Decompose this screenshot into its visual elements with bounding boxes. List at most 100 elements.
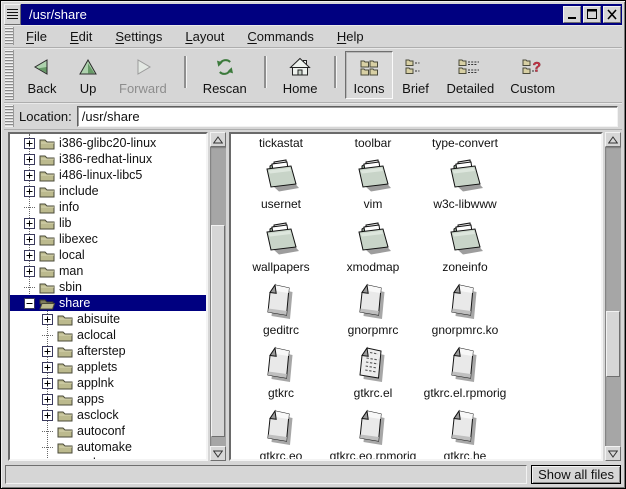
- expander-minus-icon[interactable]: [24, 298, 35, 309]
- file-label-toolbar[interactable]: toolbar: [327, 136, 419, 150]
- toolbar-button-home[interactable]: Home: [275, 51, 326, 99]
- show-all-files-button[interactable]: Show all files: [531, 465, 621, 484]
- expander-plus-icon[interactable]: [42, 314, 53, 325]
- expander-plus-icon[interactable]: [24, 138, 35, 149]
- tree-item-apps[interactable]: apps: [10, 391, 206, 407]
- file-item-usernet[interactable]: usernet: [235, 151, 327, 214]
- tree-item-afterstep[interactable]: afterstep: [10, 343, 206, 359]
- toolbar-button-forward[interactable]: Forward: [111, 51, 175, 99]
- file-item-wallpapers[interactable]: wallpapers: [235, 214, 327, 277]
- icon-scroll-up-button[interactable]: [605, 132, 621, 147]
- toolbar: Back Up Forward Rescan Home Icons Brief …: [4, 48, 622, 103]
- tree-item-awk[interactable]: awk: [10, 455, 206, 461]
- file-item-gtkrc-he[interactable]: gtkrc.he: [419, 403, 511, 461]
- icon-scroll-down-button[interactable]: [605, 446, 621, 461]
- maximize-button[interactable]: [583, 6, 601, 23]
- toolbar-button-icons[interactable]: Icons: [345, 51, 392, 99]
- tree-item-label: include: [59, 184, 99, 198]
- file-item-vim[interactable]: vim: [327, 151, 419, 214]
- menu-item-file[interactable]: File: [19, 27, 54, 46]
- expander-plus-icon[interactable]: [42, 410, 53, 421]
- file-item-gtkrc[interactable]: gtkrc: [235, 340, 327, 403]
- expander-plus-icon[interactable]: [42, 378, 53, 389]
- close-button[interactable]: [603, 6, 621, 23]
- folder-icon: [39, 185, 55, 198]
- tree-item-applets[interactable]: applets: [10, 359, 206, 375]
- tree-item-asclock[interactable]: asclock: [10, 407, 206, 423]
- tree-scroll-up-button[interactable]: [210, 132, 226, 147]
- expander-plus-icon[interactable]: [42, 346, 53, 357]
- menu-item-settings[interactable]: Settings: [108, 27, 169, 46]
- file-label-tickastat[interactable]: tickastat: [235, 136, 327, 150]
- tree-scrollbar[interactable]: [210, 132, 226, 461]
- tree-item-include[interactable]: include: [10, 183, 206, 199]
- file-item-gnorpmrc[interactable]: gnorpmrc: [327, 277, 419, 340]
- tree-item-autoconf[interactable]: autoconf: [10, 423, 206, 439]
- file-item-w3c-libwww[interactable]: w3c-libwww: [419, 151, 511, 214]
- expander-plus-icon[interactable]: [24, 186, 35, 197]
- tree-item-local[interactable]: local: [10, 247, 206, 263]
- tree-item-i386-redhat-linux[interactable]: i386-redhat-linux: [10, 151, 206, 167]
- minimize-button[interactable]: [563, 6, 581, 23]
- location-bar-grip[interactable]: [5, 105, 14, 127]
- expander-plus-icon[interactable]: [24, 250, 35, 261]
- toolbar-button-up[interactable]: Up: [65, 51, 111, 99]
- toolbar-button-back[interactable]: Back: [19, 51, 65, 99]
- file-item-geditrc[interactable]: geditrc: [235, 277, 327, 340]
- tree-item-lib[interactable]: lib: [10, 215, 206, 231]
- toolbar-button-rescan[interactable]: Rescan: [195, 51, 255, 99]
- expander-plus-icon[interactable]: [24, 234, 35, 245]
- tree-scroll-trough[interactable]: [210, 147, 226, 446]
- expander-plus-icon[interactable]: [42, 362, 53, 373]
- toolbar-grip[interactable]: [5, 50, 14, 100]
- toolbar-button-custom[interactable]: ? Custom: [502, 51, 563, 99]
- expander-plus-icon[interactable]: [24, 170, 35, 181]
- window-menu-icon: [7, 9, 18, 20]
- tree-item-i386-glibc20-linux[interactable]: i386-glibc20-linux: [10, 135, 206, 151]
- file-item-zoneinfo[interactable]: zoneinfo: [419, 214, 511, 277]
- icon-scroll-thumb[interactable]: [606, 311, 620, 377]
- tree-item-applnk[interactable]: applnk: [10, 375, 206, 391]
- file-item-gtkrc-eo-rpmorig[interactable]: gtkrc.eo.rpmorig: [327, 403, 419, 461]
- menu-item-commands[interactable]: Commands: [240, 27, 320, 46]
- file-item-xmodmap[interactable]: xmodmap: [327, 214, 419, 277]
- expander-plus-icon[interactable]: [42, 394, 53, 405]
- expander-plus-icon[interactable]: [24, 218, 35, 229]
- menu-item-help[interactable]: Help: [330, 27, 371, 46]
- window-menu-button[interactable]: [4, 4, 21, 25]
- tree-item-i486-linux-libc5[interactable]: i486-linux-libc5: [10, 167, 206, 183]
- tree-item-aclocal[interactable]: aclocal: [10, 327, 206, 343]
- file-label-type-convert[interactable]: type-convert: [419, 136, 511, 150]
- tree-item-libexec[interactable]: libexec: [10, 231, 206, 247]
- folder-icon: [39, 217, 55, 230]
- location-input[interactable]: [77, 106, 618, 127]
- menubar-grip[interactable]: [5, 27, 14, 45]
- tree-scroll-down-button[interactable]: [210, 446, 226, 461]
- icon-panel-scrollbar[interactable]: [605, 132, 621, 461]
- tree-scroll-thumb[interactable]: [211, 225, 225, 437]
- folder-icon: [39, 265, 55, 278]
- menu-item-layout[interactable]: Layout: [178, 27, 231, 46]
- tree-item-label: i386-glibc20-linux: [59, 136, 156, 150]
- file-item-gtkrc-el[interactable]: gtkrc.el: [327, 340, 419, 403]
- folder-icon: [445, 216, 485, 260]
- tree-item-abisuite[interactable]: abisuite: [10, 311, 206, 327]
- tree-item-info[interactable]: info: [10, 199, 206, 215]
- tree-item-sbin[interactable]: sbin: [10, 279, 206, 295]
- icon-scroll-trough[interactable]: [605, 147, 621, 446]
- file-item-gtkrc-el-rpmorig[interactable]: gtkrc.el.rpmorig: [419, 340, 511, 403]
- folder-icon: [57, 457, 73, 462]
- tree-item-share[interactable]: share: [10, 295, 206, 311]
- svg-text:?: ?: [532, 59, 541, 75]
- tree-item-automake[interactable]: automake: [10, 439, 206, 455]
- file-item-gnorpmrc-ko[interactable]: gnorpmrc.ko: [419, 277, 511, 340]
- tree-item-label: aclocal: [77, 328, 116, 342]
- expander-plus-icon[interactable]: [24, 154, 35, 165]
- toolbar-button-detailed[interactable]: Detailed: [439, 51, 503, 99]
- menu-item-edit[interactable]: Edit: [63, 27, 99, 46]
- expander-plus-icon[interactable]: [24, 266, 35, 277]
- file-item-gtkrc-eo[interactable]: gtkrc.eo: [235, 403, 327, 461]
- tree-item-label: apps: [77, 392, 104, 406]
- toolbar-button-brief[interactable]: Brief: [393, 51, 439, 99]
- tree-item-man[interactable]: man: [10, 263, 206, 279]
